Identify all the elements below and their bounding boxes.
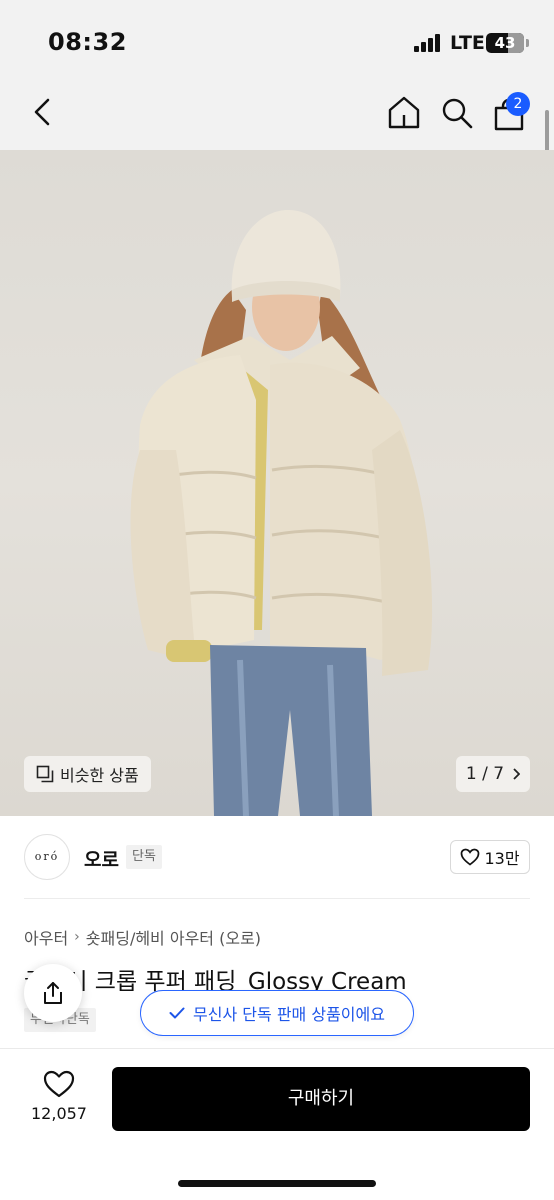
image-counter-text: 1 / 7 bbox=[465, 764, 505, 784]
buy-button[interactable]: 구매하기 bbox=[112, 1067, 530, 1131]
status-bar: 08:32 LTE 43 bbox=[0, 0, 554, 84]
divider bbox=[24, 898, 530, 899]
image-counter-button[interactable]: 1 / 7 bbox=[456, 756, 530, 792]
product-image[interactable] bbox=[0, 150, 554, 816]
breadcrumb-item-category[interactable]: 숏패딩/헤비 아우터 (오로) bbox=[86, 925, 261, 949]
chevron-right-icon: › bbox=[74, 929, 80, 945]
brand-exclusive-tag: 단독 bbox=[126, 845, 162, 869]
similar-products-label: 비슷한 상품 bbox=[60, 766, 139, 785]
share-icon bbox=[44, 982, 62, 1004]
battery-cap bbox=[526, 39, 529, 47]
brand-logo[interactable]: oró bbox=[24, 834, 70, 880]
exclusive-toast-text: 무신사 단독 판매 상품이에요 bbox=[193, 1005, 385, 1024]
home-button[interactable] bbox=[386, 94, 422, 130]
heart-icon bbox=[461, 848, 480, 866]
exclusive-toast: 무신사 단독 판매 상품이에요 bbox=[140, 990, 414, 1036]
search-button[interactable] bbox=[440, 96, 474, 130]
similar-products-button[interactable]: 비슷한 상품 bbox=[24, 756, 151, 792]
breadcrumb-item-outer[interactable]: 아우터 bbox=[24, 925, 68, 949]
breadcrumb: 아우터 › 숏패딩/헤비 아우터 (오로) bbox=[24, 925, 261, 949]
brand-like-count: 13만 bbox=[484, 849, 520, 868]
check-icon bbox=[169, 1007, 185, 1019]
chevron-right-icon bbox=[513, 768, 521, 780]
back-button[interactable] bbox=[28, 96, 58, 128]
network-type: LTE bbox=[450, 32, 485, 54]
wishlist-count: 12,057 bbox=[31, 1104, 87, 1123]
battery-icon: 43 bbox=[486, 33, 524, 53]
brand-name[interactable]: 오로 bbox=[84, 845, 119, 872]
share-button[interactable] bbox=[24, 964, 82, 1022]
home-indicator[interactable] bbox=[178, 1180, 376, 1187]
status-time: 08:32 bbox=[48, 28, 127, 56]
signal-icon bbox=[414, 34, 444, 52]
battery-level: 43 bbox=[494, 34, 516, 52]
home-icon bbox=[388, 96, 420, 129]
heart-icon bbox=[43, 1070, 75, 1098]
similar-items-icon bbox=[36, 765, 54, 783]
chevron-left-icon bbox=[34, 98, 50, 126]
wishlist-button[interactable]: 12,057 bbox=[26, 1070, 92, 1123]
search-icon bbox=[442, 98, 473, 129]
cart-count-badge: 2 bbox=[506, 92, 530, 116]
product-photo bbox=[130, 210, 433, 816]
brand-like-button[interactable]: 13만 bbox=[450, 840, 530, 874]
